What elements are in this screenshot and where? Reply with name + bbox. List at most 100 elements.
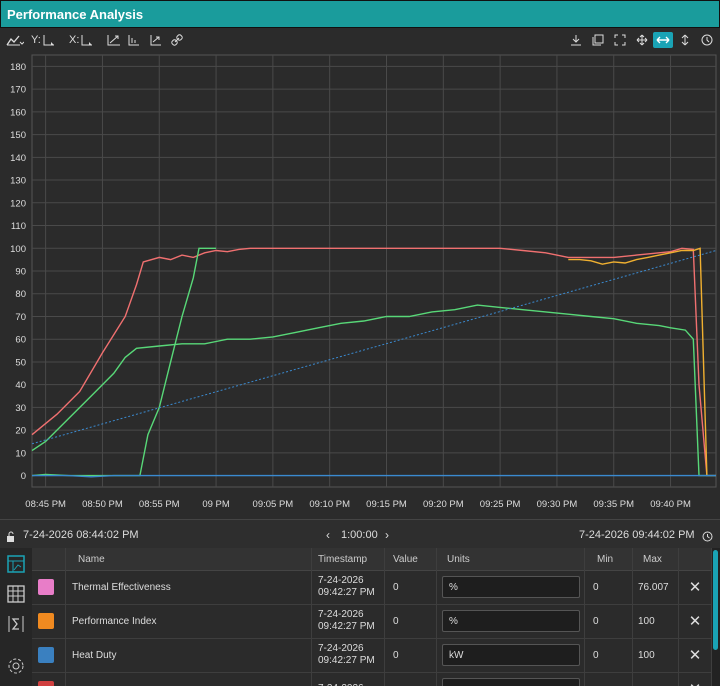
series-color-swatch[interactable] [38, 681, 54, 686]
table-scrollbar[interactable] [712, 548, 720, 686]
statistics-icon[interactable] [6, 614, 26, 634]
x-tick-label: 09:25 PM [480, 499, 521, 510]
x-tick-label: 08:45 PM [25, 499, 66, 510]
y-tick-label: 110 [11, 221, 26, 232]
table-row[interactable]: 7-24-2026 ✕ [32, 672, 712, 686]
close-icon[interactable]: ✕ [689, 680, 702, 686]
duration[interactable]: 1:00:00 [341, 529, 378, 541]
min-header[interactable]: Min [585, 548, 633, 570]
y-tick-label: 50 [15, 357, 26, 368]
trend-table-icon[interactable] [6, 554, 26, 574]
x-tick-label: 09:20 PM [423, 499, 464, 510]
series-timestamp: 7-24-2026 09:42:27 PM [312, 604, 385, 638]
y-tick-label: 150 [10, 130, 26, 141]
units-header[interactable]: Units [437, 548, 585, 570]
timestamp-header[interactable]: Timestamp [312, 548, 385, 570]
y-tick-label: 20 [15, 426, 26, 437]
x-axis-control[interactable]: X: [69, 32, 95, 48]
x-tick-label: 09 PM [202, 499, 230, 510]
link-icon[interactable] [171, 32, 183, 48]
series-name: Thermal Effectiveness [66, 570, 312, 604]
series-color-swatch[interactable] [38, 613, 54, 629]
clock-icon[interactable] [702, 529, 713, 547]
side-panel [0, 548, 32, 686]
bar-chart-icon[interactable] [127, 32, 141, 48]
y-tick-label: 80 [15, 289, 26, 300]
chart-toolbar: Y: X: [0, 29, 720, 51]
trend-chart[interactable]: 0 10 20 30 40 50 60 70 80 90 100 110 120 130 140 150 160… [0, 51, 720, 517]
y-tick-label: 140 [10, 153, 26, 164]
download-icon[interactable] [570, 32, 582, 48]
units-cell: kW [437, 638, 585, 672]
units-cell: % [437, 570, 585, 604]
chart-canvas[interactable]: 0 10 20 30 40 50 60 70 80 90 100 110 120 130 140 150 160… [0, 51, 720, 517]
units-input[interactable]: kW [442, 644, 580, 666]
name-header[interactable]: Name [66, 548, 312, 570]
end-time[interactable]: 7-24-2026 09:44:02 PM [579, 529, 695, 541]
table-row[interactable]: Thermal Effectiveness 7-24-2026 09:42:27 P… [32, 570, 712, 605]
remove-series-cell: ✕ [679, 672, 712, 686]
series-timestamp: 7-24-2026 [312, 672, 385, 686]
close-icon[interactable]: ✕ [689, 646, 702, 664]
series-max: 76.007 [633, 570, 679, 604]
series-value [385, 672, 437, 686]
series-value: 0 [385, 638, 437, 672]
copy-icon[interactable] [592, 32, 604, 48]
series-table: Name Timestamp Value Units Min Max Therm… [32, 548, 712, 686]
zoom-extents-icon[interactable] [106, 32, 122, 48]
units-cell: % [437, 604, 585, 638]
window-title: Performance Analysis [7, 7, 144, 22]
series-color-cell[interactable] [32, 570, 66, 604]
timestamp-time: 09:42:27 PM [318, 655, 375, 666]
series-color-swatch[interactable] [38, 647, 54, 663]
timestamp-time: 09:42:27 PM [318, 621, 375, 632]
trend-icon[interactable] [149, 32, 163, 48]
start-time[interactable]: 7-24-2026 08:44:02 PM [23, 529, 139, 541]
units-input[interactable]: % [442, 576, 580, 598]
scrollbar-thumb[interactable] [713, 550, 718, 650]
max-header[interactable]: Max [633, 548, 679, 570]
series-timestamp: 7-24-2026 09:42:27 PM [312, 570, 385, 604]
settings-gear-icon[interactable] [6, 656, 26, 676]
series-timestamp: 7-24-2026 09:42:27 PM [312, 638, 385, 672]
y-tick-label: 60 [15, 335, 26, 346]
close-icon[interactable]: ✕ [689, 578, 702, 596]
units-input[interactable]: % [442, 610, 580, 632]
vertical-zoom-icon[interactable] [680, 32, 690, 48]
close-icon[interactable]: ✕ [689, 612, 702, 630]
series-color-cell[interactable] [32, 672, 66, 686]
x-tick-label: 09:30 PM [537, 499, 578, 510]
y-tick-label: 130 [10, 176, 26, 187]
y-tick-label: 40 [15, 380, 26, 391]
y-tick-label: 180 [10, 62, 26, 73]
y-axis-control[interactable]: Y: [31, 32, 57, 48]
table-row[interactable]: Performance Index 7-24-2026 09:42:27 PM 0% 0… [32, 604, 712, 639]
units-input[interactable] [442, 678, 580, 686]
remove-series-cell: ✕ [679, 638, 712, 672]
series-name: Performance Index [66, 604, 312, 638]
series-min: 0 [585, 570, 633, 604]
grid-table-icon[interactable] [6, 584, 26, 604]
series-color-cell[interactable] [32, 638, 66, 672]
y-tick-label: 0 [21, 471, 26, 482]
x-tick-label: 08:50 PM [82, 499, 123, 510]
lock-icon[interactable] [6, 529, 18, 547]
series-color-cell[interactable] [32, 604, 66, 638]
previous-range-icon[interactable]: ‹ [326, 528, 330, 542]
fullscreen-icon[interactable] [614, 32, 626, 48]
table-row[interactable]: Heat Duty 7-24-2026 09:42:27 PM 0 kW 0 100 ✕ [32, 638, 712, 673]
value-header[interactable]: Value [385, 548, 437, 570]
table-header: Name Timestamp Value Units Min Max [32, 548, 712, 571]
series-color-swatch[interactable] [38, 579, 54, 595]
horizontal-zoom-icon[interactable] [653, 32, 673, 48]
series-max [633, 672, 679, 686]
x-tick-label: 09:35 PM [593, 499, 634, 510]
next-range-icon[interactable]: › [385, 528, 389, 542]
chart-type-icon[interactable] [6, 32, 24, 48]
color-header [32, 548, 66, 570]
y-tick-label: 30 [15, 403, 26, 414]
reset-icon[interactable] [701, 32, 713, 48]
pan-icon[interactable] [636, 32, 648, 48]
y-axis-label: Y: [31, 34, 41, 46]
y-tick-label: 170 [10, 85, 26, 96]
